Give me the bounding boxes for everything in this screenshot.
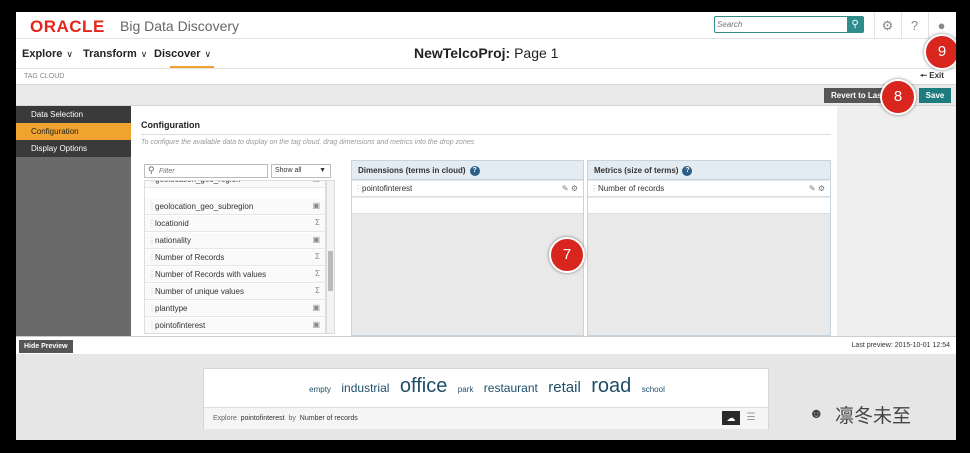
nav-transform[interactable]: Transform ∨ [83, 48, 147, 60]
zone-item[interactable]: ⋮ pointofinterest ✎ ⚙ [352, 181, 583, 197]
oracle-logo: ORACLE [30, 17, 105, 36]
menu-data-selection[interactable]: Data Selection [16, 106, 131, 123]
callout-badge-9: 9 [924, 34, 956, 70]
edit-icon[interactable]: ✎ [562, 184, 569, 193]
watermark-text: 凛冬未至 [835, 405, 912, 427]
edit-icon[interactable]: ✎ [809, 184, 816, 193]
tag-word[interactable]: industrial [341, 381, 389, 395]
wechat-icon: ☻ [809, 405, 824, 421]
zone-header: Dimensions (terms in cloud)? [352, 161, 583, 180]
gear-icon[interactable]: ⚙ [874, 12, 900, 39]
dimension-icon: ▣ [312, 181, 320, 183]
divider [141, 134, 831, 135]
action-bar: Revert to Last Saved Save [16, 84, 956, 106]
tag-cloud-footer: Explore pointofinterest by Number of rec… [204, 407, 768, 429]
product-name: Big Data Discovery [120, 18, 240, 34]
scrollbar-thumb[interactable] [328, 251, 333, 291]
search-icon[interactable]: ⚲ [847, 17, 863, 32]
filter-input[interactable] [159, 166, 264, 176]
sum-icon: Σ [315, 269, 320, 278]
list-item[interactable]: ⋮ Number of Records Σ [145, 250, 325, 266]
subheader: TAG CLOUD [16, 68, 956, 84]
list-view-icon[interactable]: ☰ [743, 411, 759, 425]
empty-slot[interactable] [588, 198, 830, 214]
dimension-icon: ▣ [312, 201, 320, 210]
tag-word[interactable]: empty [309, 385, 331, 394]
list-item[interactable]: ⋮ locationid Σ [145, 216, 325, 232]
sum-icon: Σ [315, 252, 320, 261]
tag-cloud: empty industrial office park restaurant … [204, 375, 770, 405]
help-icon[interactable]: ? [469, 165, 480, 176]
nav-explore[interactable]: Explore ∨ [22, 48, 73, 60]
dimension-icon: ▣ [312, 303, 320, 312]
menu-configuration[interactable]: Configuration [16, 123, 131, 140]
tag-word[interactable]: school [642, 385, 665, 394]
attribute-list: ⋮geolocation_geo_region▣ ⋮geolocation_ge… [144, 180, 326, 334]
dimension-icon: ▣ [312, 235, 320, 244]
save-button[interactable]: Save [919, 88, 951, 103]
scrollbar[interactable] [326, 180, 335, 334]
tag-word[interactable]: park [458, 385, 474, 394]
exit-link[interactable]: 🠔 Exit [920, 70, 944, 84]
list-item[interactable]: ⋮ planttype ▣ [145, 301, 325, 317]
dimension-icon: ▣ [312, 320, 320, 329]
sum-icon: Σ [315, 218, 320, 227]
preview-bar: Hide Preview Last preview: 2015-10-01 12… [16, 336, 956, 354]
list-item[interactable]: ⋮ Number of Records with values Σ [145, 267, 325, 283]
filter-box: ⚲ [144, 164, 268, 178]
preview-area: empty industrial office park restaurant … [16, 354, 956, 440]
config-description: To configure the available data to displ… [141, 139, 475, 146]
callout-badge-8: 8 [880, 79, 916, 115]
search-input[interactable] [717, 18, 841, 31]
left-panel: Data Selection Configuration Display Opt… [16, 106, 131, 336]
list-item[interactable]: ⋮ geolocation_geo_subregion ▣ [145, 199, 325, 215]
config-title: Configuration [141, 120, 200, 130]
list-item[interactable]: ⋮ Number of unique values Σ [145, 284, 325, 300]
top-bar: ORACLE Big Data Discovery ⚲ ⚙ ? ● [16, 12, 956, 39]
page-title: NewTelcoProj: Page 1 [414, 45, 559, 61]
callout-badge-7: 7 [549, 237, 585, 273]
back-arrow-icon: 🠔 [920, 71, 927, 80]
cloud-view-icon[interactable]: ☁ [722, 411, 740, 425]
list-item[interactable]: ⋮ pointofinterest ▣ [145, 318, 325, 333]
list-item[interactable]: ⋮ nationality ▣ [145, 233, 325, 249]
tag-word[interactable]: retail [548, 379, 581, 396]
zone-item[interactable]: ⋮ Number of records ✎ ⚙ [588, 181, 830, 197]
sum-icon: Σ [315, 286, 320, 295]
search-box: ⚲ [714, 16, 864, 33]
tag-word[interactable]: restaurant [484, 381, 538, 395]
gear-icon[interactable]: ⚙ [818, 184, 825, 193]
tag-word[interactable]: road [591, 375, 631, 397]
chevron-down-icon: ▼ [319, 167, 326, 174]
app-window: ORACLE Big Data Discovery ⚲ ⚙ ? ● Explor… [16, 12, 956, 440]
list-item[interactable]: ⋮geolocation_geo_region▣ [145, 181, 325, 188]
tag-cloud-caption: Explore pointofinterest by Number of rec… [213, 415, 358, 422]
nav-discover[interactable]: Discover ∨ [154, 48, 211, 60]
component-label: TAG CLOUD [24, 73, 65, 80]
hide-preview-button[interactable]: Hide Preview [19, 340, 73, 353]
right-margin [837, 106, 956, 336]
help-icon[interactable]: ? [901, 12, 927, 39]
menu-display-options[interactable]: Display Options [16, 140, 131, 157]
show-all-select[interactable]: Show all ▼ [271, 164, 331, 178]
search-icon: ⚲ [148, 165, 155, 175]
last-preview-timestamp: Last preview: 2015-10-01 12:54 [851, 342, 950, 349]
tag-cloud-card: empty industrial office park restaurant … [203, 368, 769, 429]
nav-row: Explore ∨ Transform ∨ Discover ∨ NewTelcoPr… [16, 40, 956, 69]
gear-icon[interactable]: ⚙ [571, 184, 578, 193]
metrics-drop-zone[interactable]: Metrics (size of terms)? ⋮ Number of reco… [587, 160, 831, 336]
help-icon[interactable]: ? [682, 165, 693, 176]
tag-word[interactable]: office [400, 375, 447, 397]
empty-slot[interactable] [352, 198, 583, 214]
zone-header: Metrics (size of terms)? [588, 161, 830, 180]
